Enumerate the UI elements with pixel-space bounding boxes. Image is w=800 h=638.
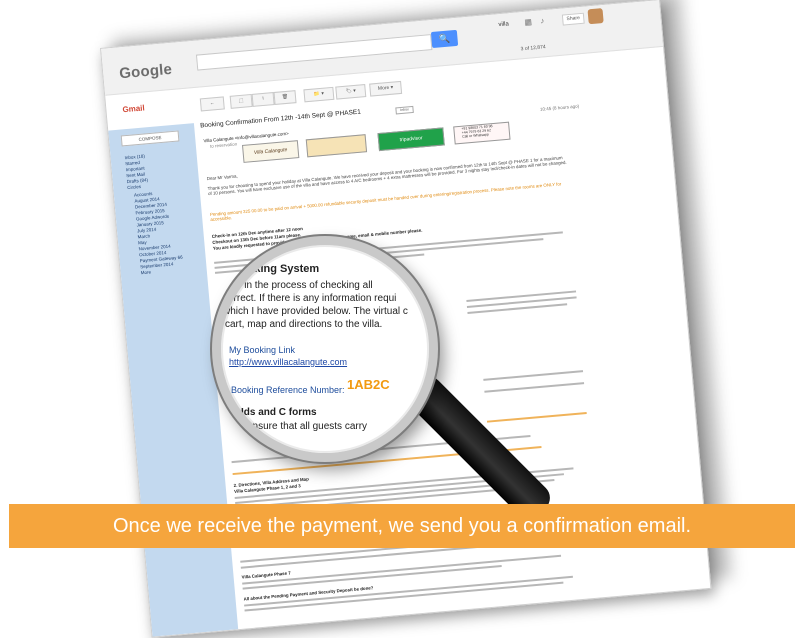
booking-system-heading: Booking System [233, 263, 320, 275]
map-banner [305, 134, 368, 158]
compose-button[interactable]: COMPOSE [120, 130, 180, 147]
apps-grid-icon[interactable]: ▦ [524, 17, 532, 27]
text-line [466, 290, 577, 302]
lens-text-line-5: ensure that all guests carry [247, 421, 368, 432]
nav-item[interactable]: July 2014 [137, 227, 157, 234]
text-line [486, 411, 587, 423]
caption-banner: Once we receive the payment, we send you… [9, 504, 795, 548]
move-to-button[interactable]: 📁 ▾ [303, 86, 335, 103]
magnifier-lens: Booking System are in the process of che… [212, 236, 438, 462]
email-date: 10:45 (8 hours ago) [539, 103, 580, 112]
booking-link-label: My Booking Link [229, 345, 296, 355]
phone-banner: +91 98603 71 60 98 +44 7979 63 29 62 Cal… [453, 121, 511, 145]
account-name[interactable]: villa [498, 21, 509, 28]
search-button[interactable]: 🔍 [430, 29, 459, 49]
nav-item[interactable]: More [141, 269, 152, 275]
lens-text-line-2: correct. If there is any information req… [223, 293, 397, 304]
nav-item[interactable]: March [137, 233, 150, 239]
email-subject: Booking Confirmation From 12th -14th Sep… [199, 108, 362, 130]
lens-text-line-1: are in the process of checking all [227, 280, 373, 291]
nav-item[interactable]: Drafts (84) [127, 177, 149, 184]
text-line [484, 382, 585, 393]
inbox-chip[interactable]: Inbox [395, 105, 414, 115]
booking-link-url[interactable]: http://www.villacalangute.com [229, 357, 347, 367]
text-line [483, 370, 584, 381]
lens-text-line-3: which I have provided below. The virtual… [223, 306, 408, 317]
nav-item[interactable]: Circles [127, 184, 141, 190]
magnified-content: Booking System are in the process of che… [221, 245, 429, 453]
villa-logo-banner: Villa Calangute [241, 140, 300, 163]
tripadvisor-banner: tripadvisor [377, 127, 445, 152]
delete-button[interactable]: 🗑 [273, 90, 297, 105]
share-button[interactable]: Share [561, 12, 585, 26]
email-recipient: to reservation [209, 141, 238, 149]
spam-button[interactable]: ! [251, 92, 275, 107]
text-line [244, 575, 573, 607]
more-button[interactable]: More ▾ [369, 80, 403, 97]
gmail-label[interactable]: Gmail [122, 103, 145, 114]
lens-text-line-4: cart, map and directions to the villa. [225, 319, 383, 330]
ids-c-forms-heading: Ids and C forms [241, 407, 317, 418]
villa-logo-text: Villa Calangute [253, 147, 288, 156]
notification-bell-icon[interactable]: ♪ [540, 16, 545, 25]
booking-reference-label: Booking Reference Number: [231, 385, 345, 395]
back-button[interactable]: ← [199, 96, 225, 112]
nav-item[interactable]: May [138, 240, 147, 246]
avatar[interactable] [587, 8, 604, 25]
labels-button[interactable]: 🏷 ▾ [335, 84, 367, 100]
archive-button[interactable]: ⬚ [229, 93, 253, 109]
booking-reference-code: 1AB2C [347, 377, 390, 392]
nav-item[interactable]: Inbox (18) [124, 154, 145, 161]
